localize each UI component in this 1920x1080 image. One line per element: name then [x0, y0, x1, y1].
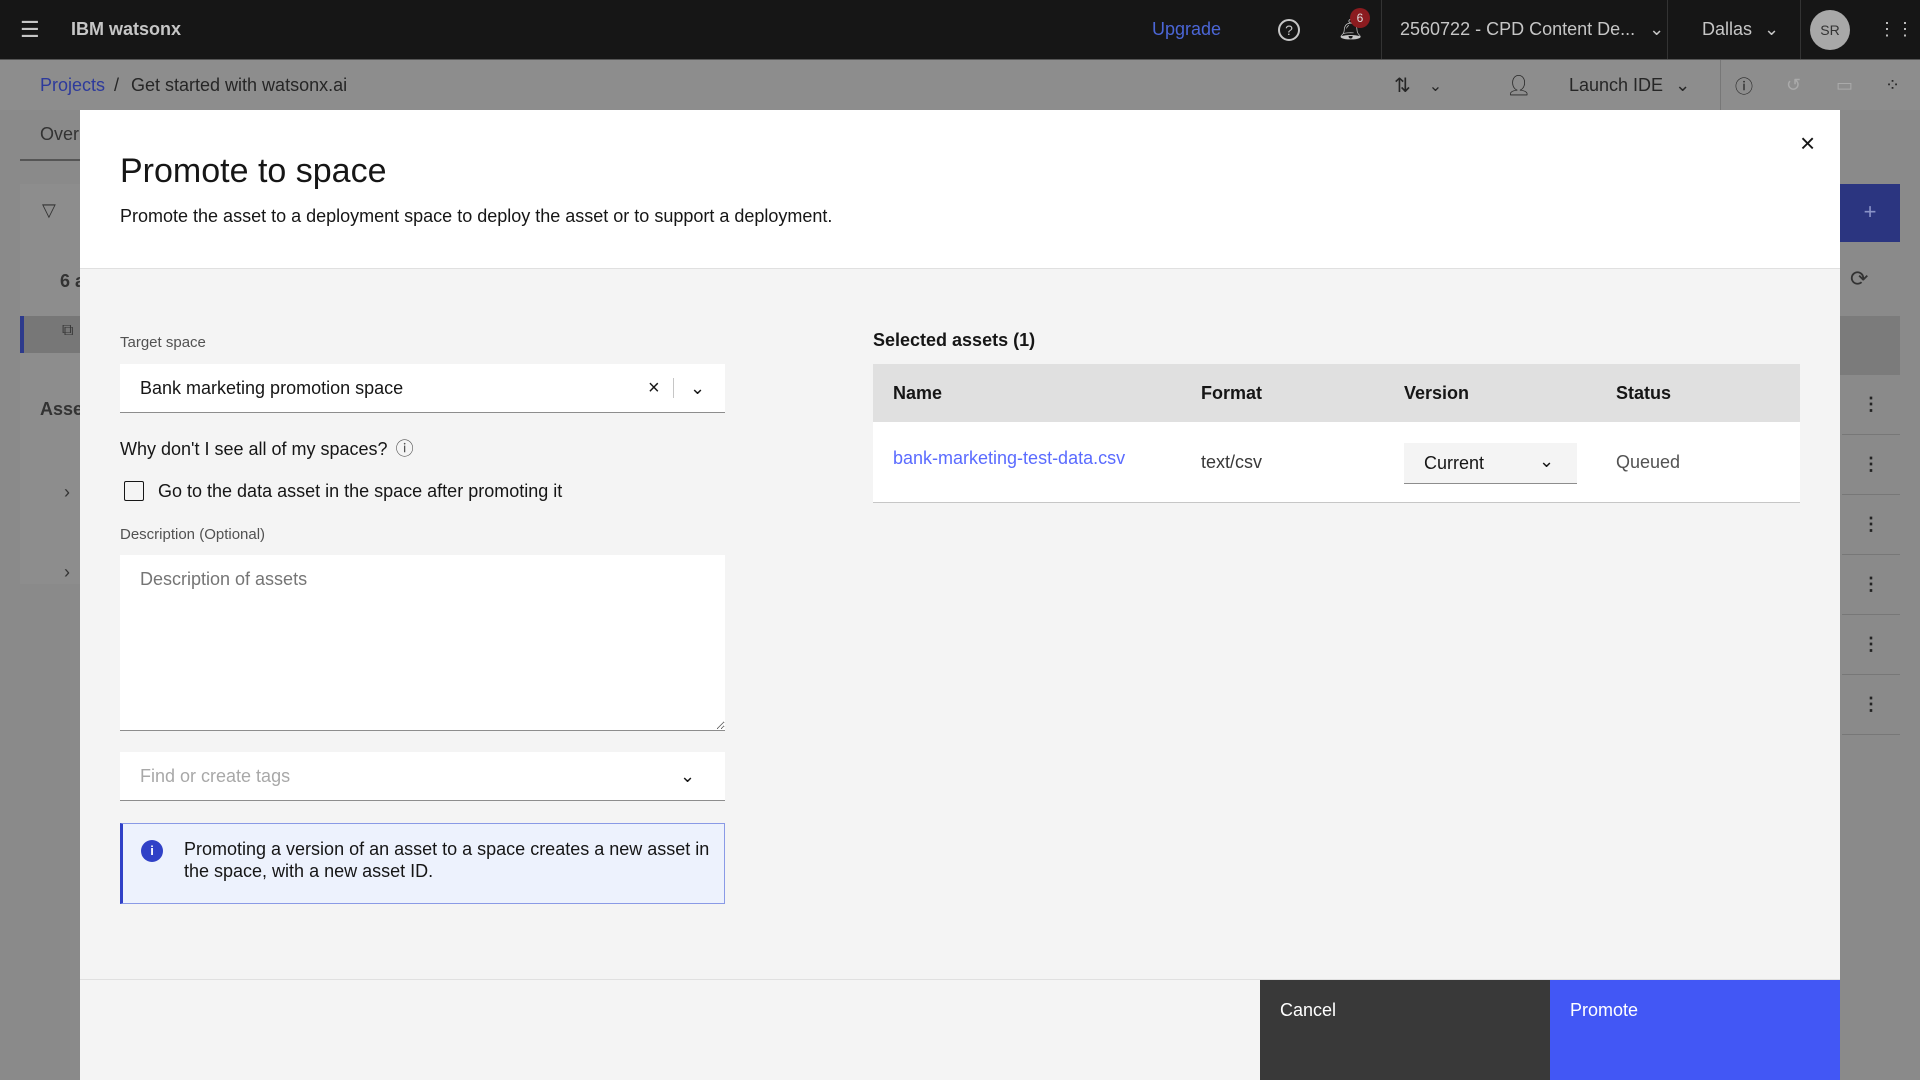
settings-icon[interactable]: ⁘ — [1885, 60, 1900, 111]
brand-name[interactable]: IBM watsonx — [71, 0, 181, 59]
top-nav-bar: ☰ IBM watsonx Upgrade ? 🔔︎ 6 2560722 - C… — [0, 0, 1920, 59]
region-switcher[interactable]: Dallas ⌄ — [1702, 0, 1779, 59]
clear-selection-icon[interactable]: × — [648, 377, 660, 400]
tab-overview[interactable]: Over — [40, 124, 79, 145]
view-toggle[interactable]: ⧉ — [20, 316, 80, 353]
refresh-icon[interactable]: ⟳ — [1850, 266, 1868, 292]
column-header-status: Status — [1616, 383, 1672, 403]
overflow-menu-icon[interactable]: ⋮ — [1842, 675, 1900, 735]
chevron-down-icon: ⌄ — [1539, 451, 1555, 471]
notification-badge: 6 — [1350, 8, 1370, 28]
chevron-right-icon[interactable]: › — [64, 482, 70, 503]
add-collaborator-icon[interactable]: 👤︎ — [1506, 60, 1531, 111]
assets-heading: Asse — [40, 399, 84, 419]
avatar[interactable]: SR — [1810, 10, 1850, 50]
breadcrumb-current: Get started with watsonx.ai — [131, 75, 348, 95]
tags-placeholder: Find or create tags — [140, 765, 291, 786]
column-header-version: Version — [1404, 383, 1470, 403]
modal-title: Promote to space — [120, 152, 387, 190]
copy-icon: ⧉ — [62, 322, 74, 339]
version-value: Current — [1424, 453, 1485, 473]
close-icon[interactable]: × — [1800, 128, 1815, 159]
project-header: Projects / Get started with watsonx.ai ⇅… — [0, 59, 1920, 111]
table-header: Name Format Version Status — [873, 364, 1800, 422]
launch-ide-button[interactable]: Launch IDE ⌄ — [1569, 60, 1690, 111]
modal-header: Promote to space Promote the asset to a … — [80, 110, 1840, 269]
hamburger-menu-icon[interactable]: ☰ — [20, 0, 40, 59]
launch-ide-label: Launch IDE — [1569, 75, 1664, 95]
breadcrumb-separator: / — [114, 75, 120, 95]
version-select[interactable]: Current ⌄ — [1404, 443, 1577, 484]
app-switcher-icon[interactable]: ⋮⋮⋮ — [1878, 0, 1920, 59]
column-header-format: Format — [1201, 383, 1263, 403]
chevron-down-icon: ⌄ — [1764, 19, 1780, 39]
promote-button[interactable]: Promote — [1550, 980, 1840, 1080]
overflow-menu-icon[interactable]: ⋮ — [1842, 375, 1900, 435]
asset-format: text/csv — [1201, 452, 1263, 472]
modal-subtitle: Promote the asset to a deployment space … — [120, 206, 833, 226]
overflow-menu-icon[interactable]: ⋮ — [1842, 615, 1900, 675]
why-spaces-text: Why don't I see all of my spaces? ⓘ — [120, 435, 414, 461]
chevron-down-icon: ⌄ — [1649, 19, 1665, 39]
description-textarea[interactable] — [120, 555, 725, 731]
upgrade-link[interactable]: Upgrade — [1152, 0, 1221, 59]
info-icon[interactable]: ⓘ — [396, 439, 414, 459]
chevron-down-icon: ⌄ — [1675, 75, 1691, 95]
overflow-menu-icon[interactable]: ⋮ — [1842, 435, 1900, 495]
history-icon[interactable]: ↺ — [1786, 60, 1801, 111]
account-switcher[interactable]: 2560722 - CPD Content De... ⌄ — [1400, 0, 1664, 59]
promote-to-space-modal: Promote to space Promote the asset to a … — [80, 110, 1840, 1080]
selected-assets-table: Name Format Version Status bank-marketin… — [873, 364, 1800, 503]
target-space-value: Bank marketing promotion space — [140, 377, 404, 398]
column-header-name: Name — [893, 383, 943, 403]
chevron-down-icon: ⌄ — [680, 765, 696, 786]
target-space-select[interactable]: Bank marketing promotion space × ⌄ — [120, 364, 725, 413]
why-spaces-label: Why don't I see all of my spaces? — [120, 439, 388, 459]
help-icon[interactable]: ? — [1278, 0, 1300, 59]
selected-assets-title: Selected assets (1) — [873, 330, 1036, 350]
region-name: Dallas — [1702, 19, 1753, 39]
go-to-asset-checkbox[interactable] — [124, 481, 144, 501]
new-asset-button[interactable]: + — [1840, 184, 1900, 242]
overflow-menu-icon[interactable]: ⋮ — [1842, 495, 1900, 555]
chevron-right-icon[interactable]: › — [64, 562, 70, 583]
import-export-icon[interactable]: ⇅ ⌄ — [1394, 60, 1442, 111]
checkbox-label[interactable]: Go to the data asset in the space after … — [158, 481, 562, 502]
description-label: Description (Optional) — [120, 526, 266, 543]
target-space-label: Target space — [120, 334, 206, 351]
breadcrumb-projects[interactable]: Projects — [40, 60, 105, 111]
info-text: Promoting a version of an asset to a spa… — [184, 839, 710, 881]
comments-icon[interactable]: ▭ — [1836, 60, 1853, 111]
info-notification: i Promoting a version of an asset to a s… — [120, 823, 725, 904]
cancel-button[interactable]: Cancel — [1260, 980, 1550, 1080]
chevron-down-icon[interactable]: ⌄ — [690, 378, 705, 399]
tags-combobox[interactable]: Find or create tags ⌄ — [120, 752, 725, 801]
account-name: 2560722 - CPD Content De... — [1400, 19, 1636, 39]
info-icon[interactable]: ⓘ — [1735, 60, 1753, 111]
filter-icon[interactable]: ▽ — [42, 200, 56, 221]
overflow-menu-icon[interactable]: ⋮ — [1842, 555, 1900, 615]
asset-status: Queued — [1616, 452, 1681, 472]
info-filled-icon: i — [141, 840, 163, 862]
table-row: bank-marketing-test-data.csv text/csv Cu… — [873, 422, 1800, 503]
asset-name-link[interactable]: bank-marketing-test-data.csv — [893, 448, 1125, 469]
